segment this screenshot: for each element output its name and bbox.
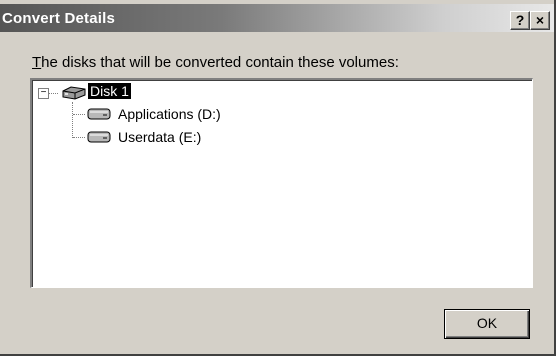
help-button[interactable]: ? bbox=[510, 11, 530, 30]
tree-connector bbox=[73, 137, 85, 138]
collapse-toggle[interactable]: − bbox=[38, 88, 49, 99]
tree-connector bbox=[72, 102, 73, 138]
window-title: Convert Details bbox=[2, 10, 116, 27]
description-text: he disks that will be converted contain … bbox=[41, 54, 399, 71]
description-label: The disks that will be converted contain… bbox=[32, 54, 399, 71]
disk-icon bbox=[62, 86, 86, 100]
tree-connector bbox=[49, 93, 58, 94]
mnemonic-char: T bbox=[32, 54, 42, 71]
tree-connector bbox=[73, 114, 85, 115]
close-button[interactable]: × bbox=[530, 11, 550, 30]
title-bar[interactable]: Convert Details ? × bbox=[0, 4, 554, 32]
tree-node-userdata[interactable]: Userdata (E:) bbox=[118, 129, 201, 145]
volume-icon bbox=[87, 108, 111, 120]
ok-button[interactable]: OK bbox=[444, 309, 530, 339]
volume-icon bbox=[87, 131, 111, 143]
tree-node-disk-1[interactable]: Disk 1 bbox=[88, 83, 131, 99]
convert-details-dialog: Convert Details ? × The disks that will … bbox=[0, 0, 556, 356]
volumes-tree-view[interactable]: − Disk 1 Applications (D:) Userdata (E:) bbox=[30, 78, 533, 288]
tree-node-applications[interactable]: Applications (D:) bbox=[118, 106, 221, 122]
